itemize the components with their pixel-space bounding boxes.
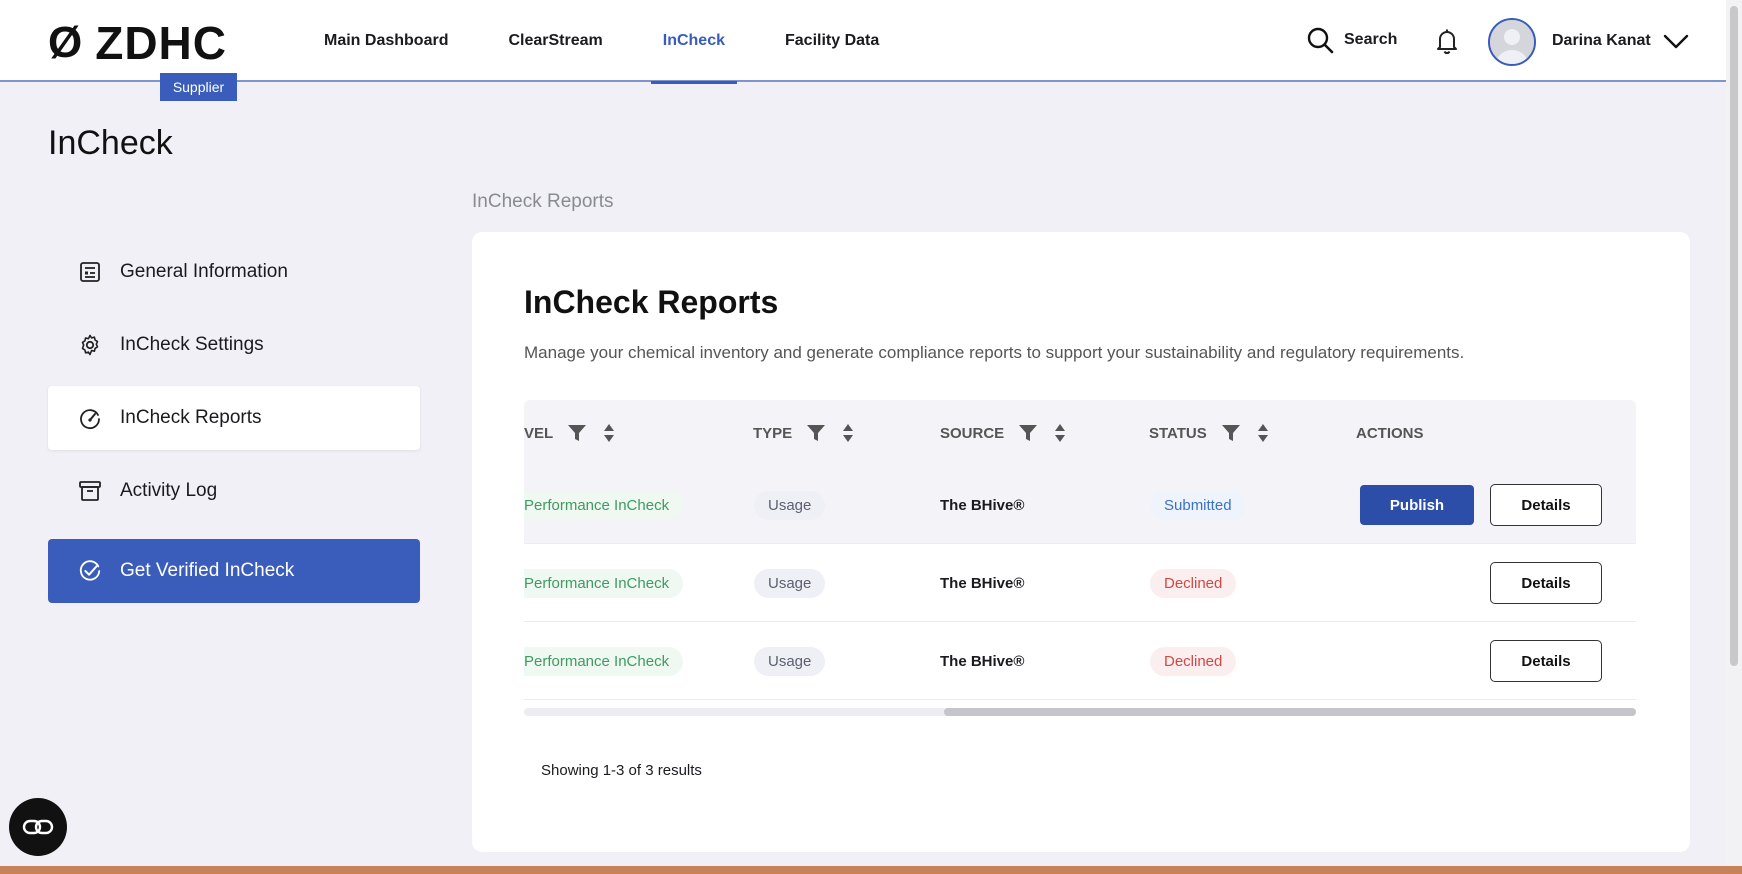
details-button[interactable]: Details [1490, 484, 1602, 526]
sidebar-item-label: Activity Log [120, 480, 218, 501]
sidebar-item-label: InCheck Settings [120, 334, 264, 355]
document-icon [78, 260, 102, 284]
search-label: Search [1344, 31, 1398, 48]
sidebar-item-incheck-reports[interactable]: InCheck Reports [48, 386, 420, 450]
main-nav: Main Dashboard ClearStream InCheck Facil… [300, 0, 915, 84]
sidebar-item-incheck-settings[interactable]: InCheck Settings [48, 313, 420, 377]
page-title: InCheck [48, 124, 173, 162]
sidebar-item-label: General Information [120, 261, 288, 282]
avatar[interactable] [1488, 18, 1536, 66]
filter-icon[interactable] [1018, 424, 1038, 442]
source-text: The BHive® [940, 496, 1025, 514]
card-title: InCheck Reports [524, 284, 779, 320]
column-label: TYPE [753, 424, 793, 442]
user-name[interactable]: Darina Kanat [1552, 32, 1651, 50]
details-button[interactable]: Details [1490, 640, 1602, 682]
level-pill: Performance InCheck [524, 490, 684, 520]
table-header: VEL TYPE SOURCE STATUS ACTIONS [524, 400, 1636, 466]
get-verified-incheck-button[interactable]: Get Verified InCheck [48, 539, 420, 603]
details-button[interactable]: Details [1490, 562, 1602, 604]
publish-button[interactable]: Publish [1360, 485, 1474, 525]
search-button[interactable]: Search [1306, 26, 1397, 54]
column-header-level: VEL [524, 400, 615, 466]
window-scrollbar-thumb[interactable] [1730, 6, 1738, 666]
search-icon [1307, 27, 1334, 54]
sidebar-item-label: Get Verified InCheck [120, 560, 295, 581]
column-label: STATUS [1149, 424, 1207, 442]
source-text: The BHive® [940, 652, 1025, 670]
table-horizontal-scrollbar[interactable] [524, 708, 1636, 716]
window-scrollbar[interactable] [1726, 0, 1742, 874]
floating-action-button[interactable] [9, 798, 67, 856]
source-text: The BHive® [940, 574, 1025, 592]
status-badge: Submitted [1150, 490, 1246, 520]
results-count: Showing 1-3 of 3 results [541, 762, 702, 779]
table-row: Performance InCheck Usage The BHive® Sub… [524, 466, 1636, 544]
column-header-type: TYPE [753, 400, 854, 466]
nav-clearstream[interactable]: ClearStream [484, 0, 626, 82]
status-badge: Declined [1150, 568, 1237, 598]
table-row: Performance InCheck Usage The BHive® Dec… [524, 544, 1636, 622]
scrollbar-thumb[interactable] [944, 708, 1636, 716]
logo-text: ZDHC [95, 17, 227, 69]
reports-table: VEL TYPE SOURCE STATUS ACTIONS Performan… [524, 400, 1636, 700]
breadcrumb[interactable]: InCheck Reports [472, 191, 614, 213]
gauge-icon [78, 406, 102, 430]
column-label: VEL [524, 424, 554, 442]
logo-mark: Ø [48, 18, 84, 67]
sidebar-item-activity-log[interactable]: Activity Log [48, 459, 420, 523]
gear-icon [78, 333, 102, 357]
sort-icon[interactable] [603, 423, 615, 443]
column-header-actions: ACTIONS [1356, 400, 1424, 466]
supplier-badge: Supplier [160, 73, 237, 101]
level-pill: Performance InCheck [524, 568, 684, 598]
nav-main-dashboard[interactable]: Main Dashboard [300, 0, 472, 82]
card-description: Manage your chemical inventory and gener… [524, 343, 1465, 362]
column-label: SOURCE [940, 424, 1005, 442]
column-label: ACTIONS [1356, 424, 1424, 442]
filter-icon[interactable] [806, 424, 826, 442]
type-pill: Usage [754, 646, 826, 676]
sort-icon[interactable] [842, 423, 854, 443]
desktop-strip [0, 866, 1742, 874]
column-header-status: STATUS [1149, 400, 1269, 466]
type-pill: Usage [754, 490, 826, 520]
sidebar: General Information InCheck Settings InC… [48, 240, 420, 612]
top-header: Ø ZDHC Main Dashboard ClearStream InChec… [0, 0, 1742, 84]
filter-icon[interactable] [1221, 424, 1241, 442]
sidebar-item-general-information[interactable]: General Information [48, 240, 420, 304]
column-header-source: SOURCE [940, 400, 1066, 466]
nav-facility-data[interactable]: Facility Data [761, 0, 903, 82]
filter-icon[interactable] [567, 424, 587, 442]
sidebar-item-label: InCheck Reports [120, 407, 262, 428]
type-pill: Usage [754, 568, 826, 598]
sort-icon[interactable] [1257, 423, 1269, 443]
user-silhouette-icon [1490, 20, 1534, 64]
reports-card: InCheck Reports Manage your chemical inv… [472, 232, 1690, 852]
bell-icon[interactable] [1432, 26, 1462, 56]
link-icon [22, 819, 54, 835]
check-circle-icon [78, 559, 102, 583]
chevron-down-icon[interactable] [1662, 30, 1690, 52]
table-row: Performance InCheck Usage The BHive® Dec… [524, 622, 1636, 700]
zdhc-logo[interactable]: Ø ZDHC [48, 18, 227, 68]
archive-icon [78, 479, 102, 503]
status-badge: Declined [1150, 646, 1237, 676]
sort-icon[interactable] [1054, 423, 1066, 443]
nav-incheck[interactable]: InCheck [639, 0, 749, 84]
level-pill: Performance InCheck [524, 646, 684, 676]
